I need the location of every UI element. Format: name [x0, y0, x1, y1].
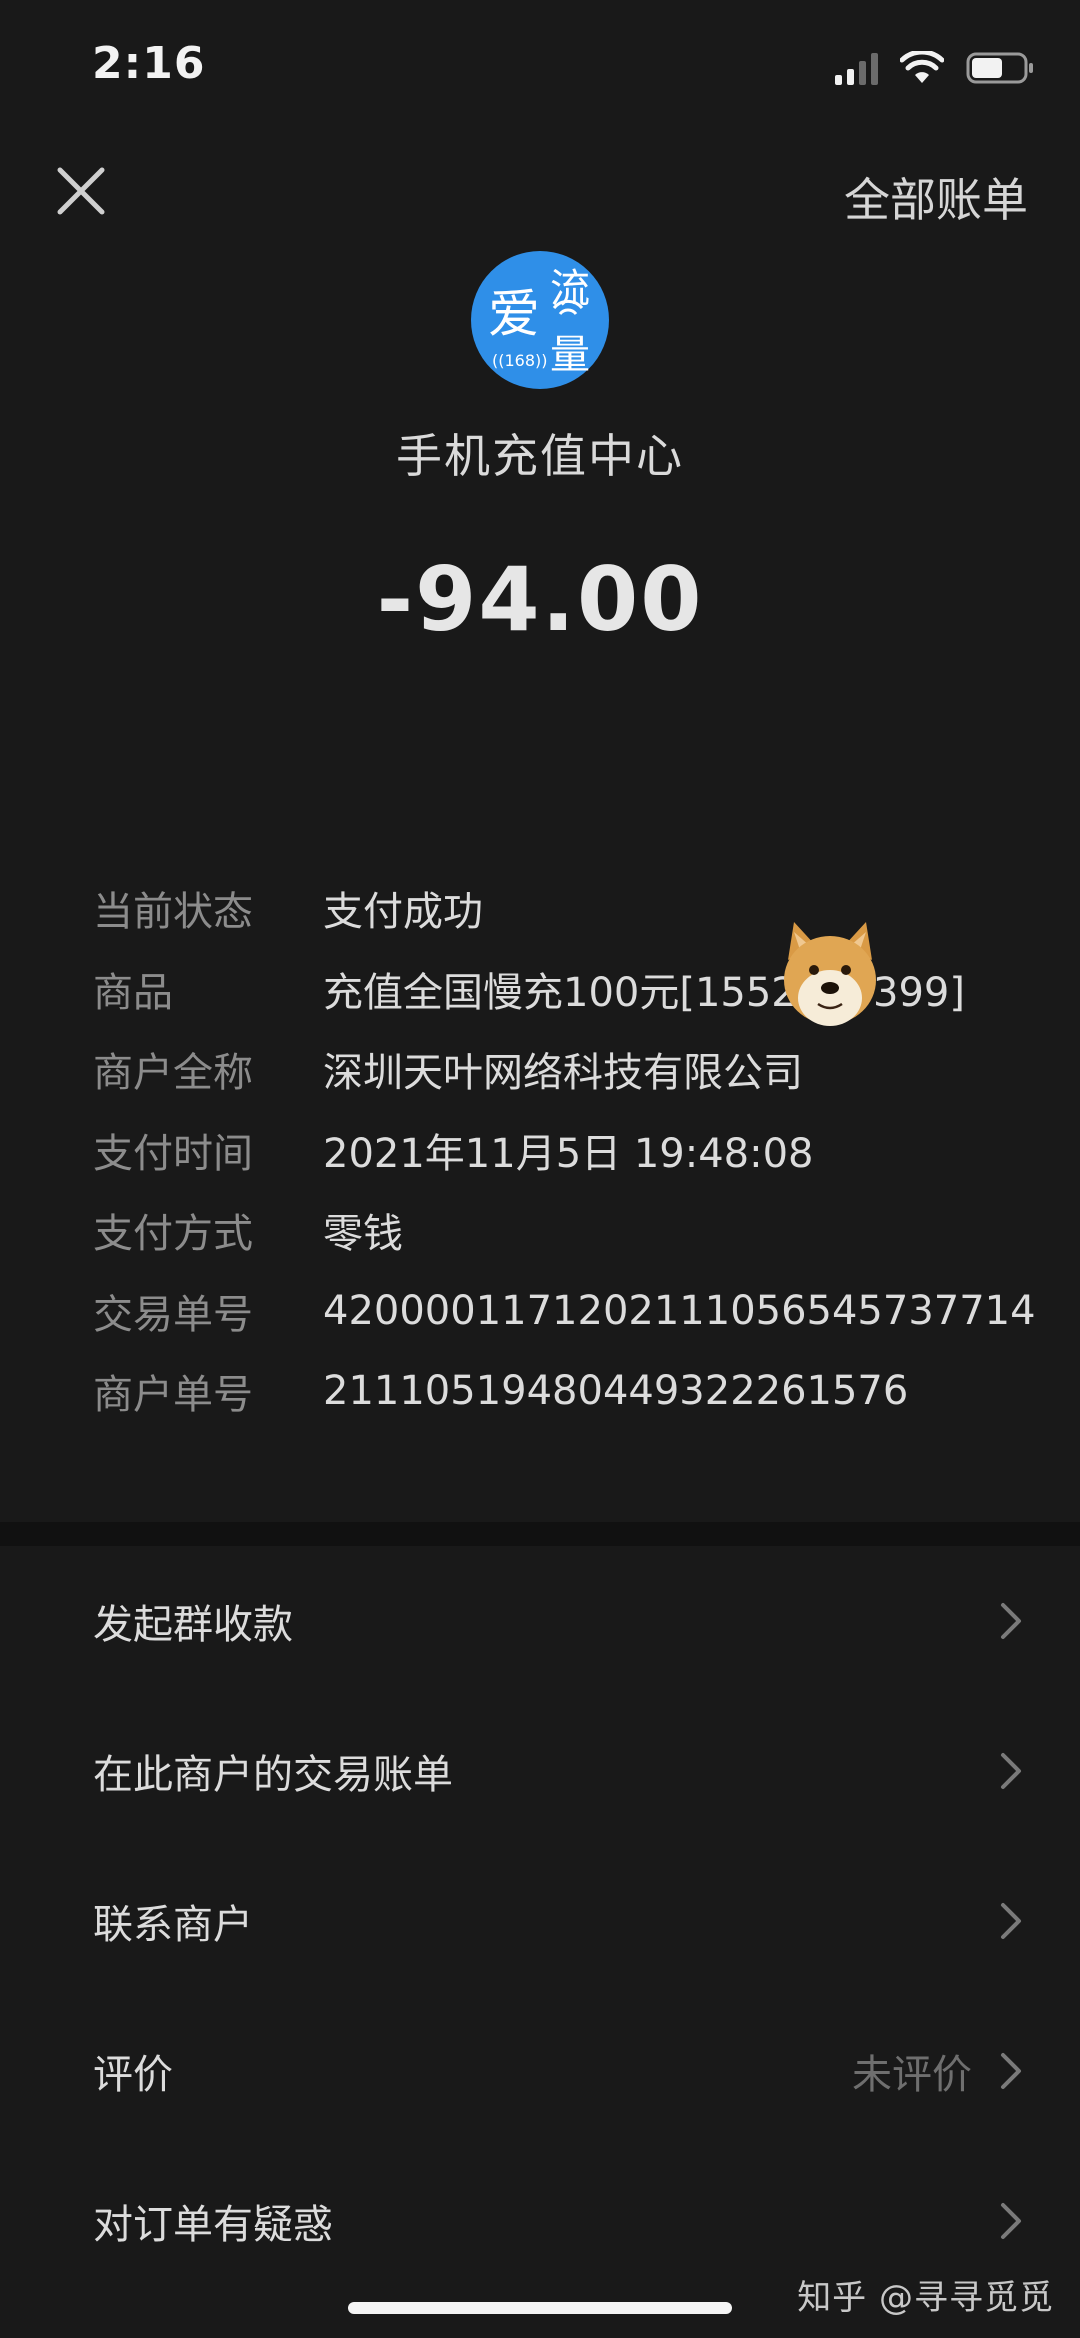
action-label: 评价 [93, 2052, 173, 2098]
merchant-logo: 爱 流 量 ((168)) [471, 251, 609, 389]
action-label: 对订单有疑惑 [93, 2202, 333, 2248]
watermark: 知乎 @寻寻觅觅 [797, 2278, 1054, 2318]
detail-value: 零钱 [323, 1211, 403, 1258]
section-divider [0, 1522, 1080, 1546]
action-list: 发起群收款 在此商户的交易账单 联系商户 评价 未评价 对订单有疑惑 [0, 1546, 1080, 2296]
detail-row-method: 支付方式 零钱 [93, 1190, 1053, 1271]
detail-label: 支付时间 [93, 1130, 253, 1177]
status-time: 2:16 [92, 38, 206, 89]
action-label: 发起群收款 [93, 1602, 293, 1648]
detail-row-status: 当前状态 支付成功 [93, 868, 1053, 949]
detail-value: 4200001171202111056545737714 [323, 1287, 1036, 1334]
detail-label: 商户单号 [93, 1372, 253, 1419]
detail-row-merchant: 商户全称 深圳天叶网络科技有限公司 [93, 1029, 1053, 1110]
merchant-name: 手机充值中心 [396, 429, 684, 483]
detail-value: 支付成功 [323, 889, 483, 936]
payment-amount: -94.00 [376, 548, 704, 651]
logo-char-liang: 量 [550, 332, 590, 378]
action-group-collect[interactable]: 发起群收款 [0, 1546, 1080, 1696]
top-bar: 全部账单 [0, 140, 1080, 240]
chevron-right-icon [1001, 1903, 1021, 1939]
action-contact-merchant[interactable]: 联系商户 [0, 1846, 1080, 1996]
chevron-right-icon [1001, 1753, 1021, 1789]
review-status: 未评价 [852, 2052, 972, 2098]
detail-label: 交易单号 [93, 1291, 253, 1338]
doge-sticker-icon [784, 922, 876, 1026]
detail-value: 深圳天叶网络科技有限公司 [323, 1050, 803, 1097]
chevron-right-icon [1001, 1603, 1021, 1639]
detail-label: 支付方式 [93, 1211, 253, 1258]
detail-label: 商品 [93, 969, 173, 1016]
detail-label: 商户全称 [93, 1050, 253, 1097]
logo-badge: ((168)) [492, 351, 548, 370]
action-review[interactable]: 评价 未评价 [0, 1996, 1080, 2146]
action-label: 联系商户 [93, 1902, 253, 1948]
home-indicator[interactable] [348, 2302, 732, 2314]
action-merchant-bills[interactable]: 在此商户的交易账单 [0, 1696, 1080, 1846]
detail-row-product: 商品 充值全国慢充100元[1552 399] [93, 949, 1053, 1030]
detail-value: 21110519480449322261576 [323, 1368, 909, 1415]
chevron-right-icon [1001, 2053, 1021, 2089]
transaction-details: 当前状态 支付成功 商品 充值全国慢充100元[1552 399] 商户全称 深… [93, 868, 1053, 1432]
all-bills-link[interactable]: 全部账单 [844, 164, 1028, 230]
detail-value: 2021年11月5日 19:48:08 [323, 1130, 814, 1177]
logo-char-ai: 爱 [488, 285, 540, 345]
detail-row-transaction-id: 交易单号 4200001171202111056545737714 [93, 1271, 1053, 1352]
status-bar: 2:16 [0, 0, 1080, 130]
detail-label: 当前状态 [93, 889, 253, 936]
action-label: 在此商户的交易账单 [93, 1752, 453, 1798]
close-icon[interactable] [50, 160, 112, 222]
wifi-icon [900, 51, 944, 83]
chevron-right-icon [1001, 2203, 1021, 2239]
detail-row-time: 支付时间 2021年11月5日 19:48:08 [93, 1110, 1053, 1191]
battery-icon [966, 52, 1033, 84]
cellular-signal-icon [835, 51, 878, 85]
detail-row-merchant-order-id: 商户单号 21110519480449322261576 [93, 1351, 1053, 1432]
status-icons [835, 48, 1036, 88]
